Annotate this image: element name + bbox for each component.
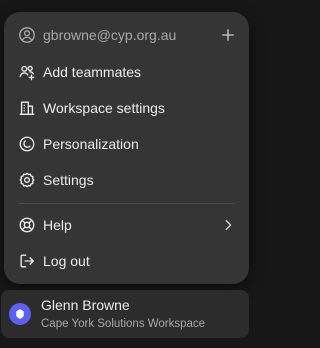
account-email-row[interactable]: gbrowne@cyp.org.au <box>10 18 243 52</box>
add-teammates-icon <box>18 63 36 81</box>
lifebuoy-icon <box>18 216 36 234</box>
personalization-label: Personalization <box>43 136 139 152</box>
settings-item[interactable]: Settings <box>10 163 243 197</box>
user-circle-icon <box>18 26 36 44</box>
gear-icon <box>18 171 36 189</box>
account-menu: gbrowne@cyp.org.au Add teammates Workspa… <box>4 12 249 284</box>
user-workspace: Cape York Solutions Workspace <box>41 317 206 330</box>
user-info: Glenn Browne Cape York Solutions Workspa… <box>41 297 205 332</box>
logout-icon <box>18 252 36 270</box>
add-teammates-label: Add teammates <box>43 64 142 80</box>
user-name: Glenn Browne <box>41 296 130 313</box>
logout-item[interactable]: Log out <box>10 244 243 278</box>
building-icon <box>18 99 36 117</box>
workspace-avatar-icon <box>9 303 31 325</box>
add-teammates-item[interactable]: Add teammates <box>10 55 243 89</box>
personalization-icon <box>18 135 36 153</box>
plus-icon[interactable] <box>221 28 235 42</box>
help-item[interactable]: Help <box>10 208 243 242</box>
workspace-settings-item[interactable]: Workspace settings <box>10 91 243 125</box>
user-profile-button[interactable]: Glenn Browne Cape York Solutions Workspa… <box>1 290 249 338</box>
help-label: Help <box>43 217 72 233</box>
account-email: gbrowne@cyp.org.au <box>43 27 177 43</box>
settings-label: Settings <box>43 172 94 188</box>
workspace-settings-label: Workspace settings <box>43 100 165 116</box>
logout-label: Log out <box>43 253 90 269</box>
menu-divider <box>18 203 235 204</box>
personalization-item[interactable]: Personalization <box>10 127 243 161</box>
chevron-right-icon <box>221 218 235 232</box>
